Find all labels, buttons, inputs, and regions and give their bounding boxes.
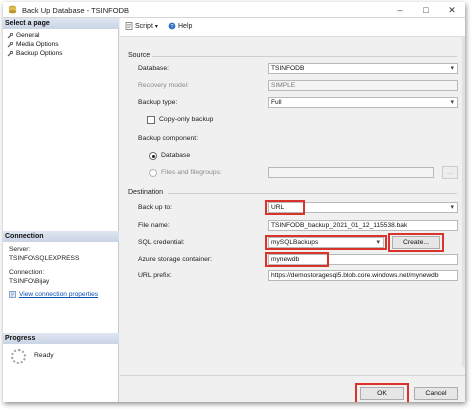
- close-icon[interactable]: ✕: [439, 2, 465, 18]
- connection-header: Connection: [3, 231, 119, 242]
- view-connection-properties-link[interactable]: View connection properties: [9, 291, 98, 298]
- backup-type-select[interactable]: Full: [268, 97, 458, 108]
- backup-database-dialog: Back Up Database - TSINFODB – □ ✕ Select…: [3, 2, 465, 402]
- page-item-label: Backup Options: [16, 50, 63, 57]
- connection-label: Connection:: [9, 269, 45, 276]
- file-name-input[interactable]: TSINFODB_backup_2021_01_12_115538.bak: [268, 220, 458, 231]
- wrench-icon: [7, 50, 13, 56]
- database-label: Database:: [138, 65, 169, 72]
- script-button[interactable]: Script ▾: [125, 22, 158, 30]
- sql-credential-select[interactable]: mySQLBackups: [268, 237, 384, 248]
- component-database-radio[interactable]: [149, 152, 157, 160]
- wrench-icon: [7, 32, 13, 38]
- azure-container-input[interactable]: mynewdb: [268, 254, 458, 265]
- back-up-to-select[interactable]: URL: [268, 202, 458, 213]
- create-credential-button[interactable]: Create...: [392, 236, 440, 249]
- footer-divider: [120, 375, 465, 376]
- progress-header: Progress: [3, 333, 119, 344]
- azure-container-label: Azure storage container:: [138, 256, 213, 263]
- wrench-icon: [7, 41, 13, 47]
- backup-type-label: Backup type:: [138, 99, 178, 106]
- url-prefix-input[interactable]: https://demostoragesql5.blob.core.window…: [268, 270, 458, 281]
- database-icon: [8, 5, 17, 14]
- minimize-icon[interactable]: –: [387, 2, 413, 18]
- copy-only-label: Copy-only backup: [159, 116, 214, 123]
- help-label: Help: [178, 22, 193, 30]
- server-label: Server:: [9, 246, 31, 253]
- select-page-header: Select a page: [3, 18, 119, 29]
- properties-icon: [9, 291, 16, 298]
- recovery-model-value: SIMPLE: [268, 80, 458, 91]
- destination-group-title: Destination: [128, 189, 164, 196]
- page-item-backup-options[interactable]: Backup Options: [7, 50, 63, 57]
- component-files-radio[interactable]: [149, 169, 157, 177]
- maximize-icon[interactable]: □: [413, 2, 439, 18]
- view-connection-properties-label: View connection properties: [19, 291, 99, 298]
- general-page: Source Database: TSINFODB Recovery model…: [120, 37, 465, 402]
- source-divider: [152, 56, 457, 57]
- window-title: Back Up Database - TSINFODB: [22, 6, 129, 15]
- url-prefix-label: URL prefix:: [138, 272, 172, 279]
- server-value: TSINFO\SQLEXPRESS: [9, 255, 80, 262]
- file-name-label: File name:: [138, 222, 170, 229]
- script-icon: [125, 22, 133, 30]
- browse-filegroups-button[interactable]: …: [442, 166, 458, 179]
- help-icon: ?: [168, 22, 176, 30]
- page-item-label: General: [16, 32, 40, 39]
- script-label: Script: [135, 22, 153, 30]
- back-up-to-label: Back up to:: [138, 204, 173, 211]
- svg-text:?: ?: [170, 24, 173, 30]
- database-select[interactable]: TSINFODB: [268, 63, 458, 74]
- ok-button[interactable]: OK: [360, 387, 404, 400]
- filegroups-field: [268, 167, 434, 178]
- progress-status: Ready: [34, 352, 54, 359]
- page-item-general[interactable]: General: [7, 32, 39, 39]
- recovery-model-label: Recovery model:: [138, 82, 189, 89]
- help-button[interactable]: ? Help: [168, 22, 192, 30]
- copy-only-checkbox[interactable]: [147, 116, 155, 124]
- form-edge: [462, 37, 465, 367]
- title-bar: Back Up Database - TSINFODB – □ ✕: [3, 2, 465, 18]
- destination-divider: [168, 193, 457, 194]
- sql-credential-label: SQL credential:: [138, 239, 185, 246]
- component-database-label: Database: [161, 152, 191, 159]
- left-pane: Select a page General Media Options Back…: [3, 18, 119, 402]
- source-group-title: Source: [128, 52, 151, 59]
- backup-component-label: Backup component:: [138, 135, 199, 142]
- cancel-button[interactable]: Cancel: [414, 387, 458, 400]
- progress-spinner-icon: [11, 349, 26, 364]
- page-item-media-options[interactable]: Media Options: [7, 41, 59, 48]
- component-files-label: Files and filegroups:: [161, 169, 222, 176]
- chevron-down-icon: ▾: [154, 23, 158, 30]
- connection-value: TSINFO\Bijay: [9, 278, 50, 285]
- toolbar: Script ▾ ? Help: [120, 18, 465, 37]
- page-item-label: Media Options: [16, 41, 59, 48]
